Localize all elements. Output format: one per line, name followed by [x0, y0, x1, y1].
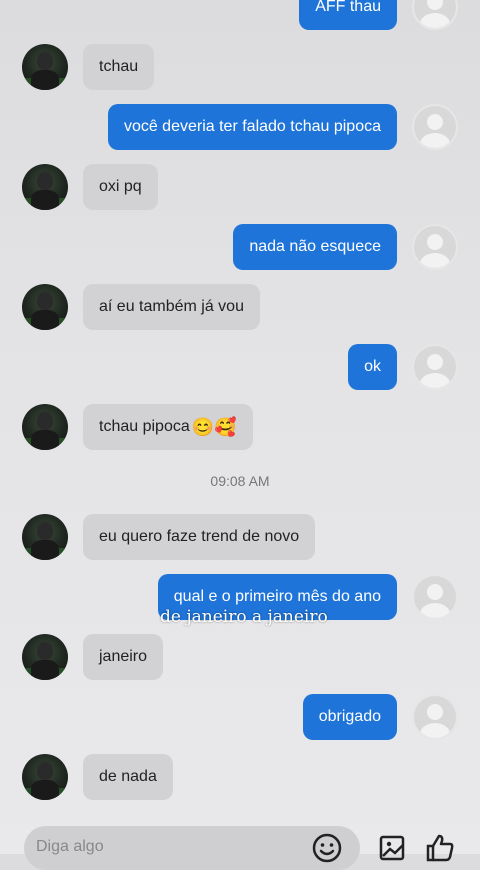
outgoing-message-bubble[interactable]: AFF thau: [299, 0, 397, 30]
incoming-message-bubble[interactable]: aí eu também já vou: [83, 284, 260, 330]
message-text: aí eu também já vou: [99, 298, 244, 315]
contact-avatar[interactable]: [22, 44, 68, 90]
user-avatar[interactable]: [412, 0, 458, 30]
outgoing-message-bubble[interactable]: você deveria ter falado tchau pipoca: [107, 104, 397, 150]
incoming-message-bubble[interactable]: oxi pq: [83, 164, 158, 210]
message-emoji: 😊🥰: [191, 416, 237, 437]
user-avatar[interactable]: [412, 574, 458, 620]
incoming-message-bubble[interactable]: janeiro: [83, 634, 164, 680]
outgoing-message-bubble[interactable]: nada não esquece: [233, 224, 397, 270]
emoji-icon[interactable]: [311, 832, 343, 864]
message-text: nada não esquece: [249, 238, 381, 255]
message-text: obrigado: [318, 708, 381, 725]
thumbs-up-icon[interactable]: [424, 832, 456, 864]
contact-avatar[interactable]: [22, 284, 68, 330]
contact-avatar[interactable]: [22, 514, 68, 560]
message-text: você deveria ter falado tchau pipoca: [123, 118, 381, 135]
message-text: AFF thau: [315, 0, 381, 15]
message-input-placeholder: Diga algo: [36, 838, 104, 855]
contact-avatar[interactable]: [22, 634, 68, 680]
image-icon[interactable]: [377, 832, 409, 864]
message-text: qual e o primeiro mês do ano: [173, 588, 381, 605]
outgoing-message-bubble[interactable]: ok: [348, 344, 397, 390]
timestamp: 09:08 AM: [210, 473, 270, 489]
message-text: tchau pipoca: [99, 418, 190, 435]
message-text: eu quero faze trend de novo: [99, 528, 300, 545]
incoming-message-bubble[interactable]: eu quero faze trend de novo: [83, 514, 316, 560]
message-text: ok: [364, 358, 381, 375]
outgoing-message-bubble[interactable]: obrigado: [302, 694, 397, 740]
video-caption-overlay: de janeiro a janeiro: [160, 607, 328, 627]
incoming-message-bubble[interactable]: tchau: [83, 44, 155, 90]
incoming-message-bubble[interactable]: tchau pipoca 😊🥰: [83, 404, 253, 450]
message-input[interactable]: Diga algo: [24, 826, 360, 870]
user-avatar[interactable]: [412, 224, 458, 270]
incoming-message-bubble[interactable]: de nada: [83, 754, 173, 800]
message-text: tchau: [99, 58, 139, 75]
contact-avatar[interactable]: [22, 164, 68, 210]
message-text: janeiro: [99, 648, 148, 665]
message-text: oxi pq: [99, 178, 142, 195]
contact-avatar[interactable]: [22, 404, 68, 450]
message-text: de nada: [99, 768, 157, 785]
user-avatar[interactable]: [412, 104, 458, 150]
contact-avatar[interactable]: [22, 754, 68, 800]
user-avatar[interactable]: [412, 694, 458, 740]
user-avatar[interactable]: [412, 344, 458, 390]
